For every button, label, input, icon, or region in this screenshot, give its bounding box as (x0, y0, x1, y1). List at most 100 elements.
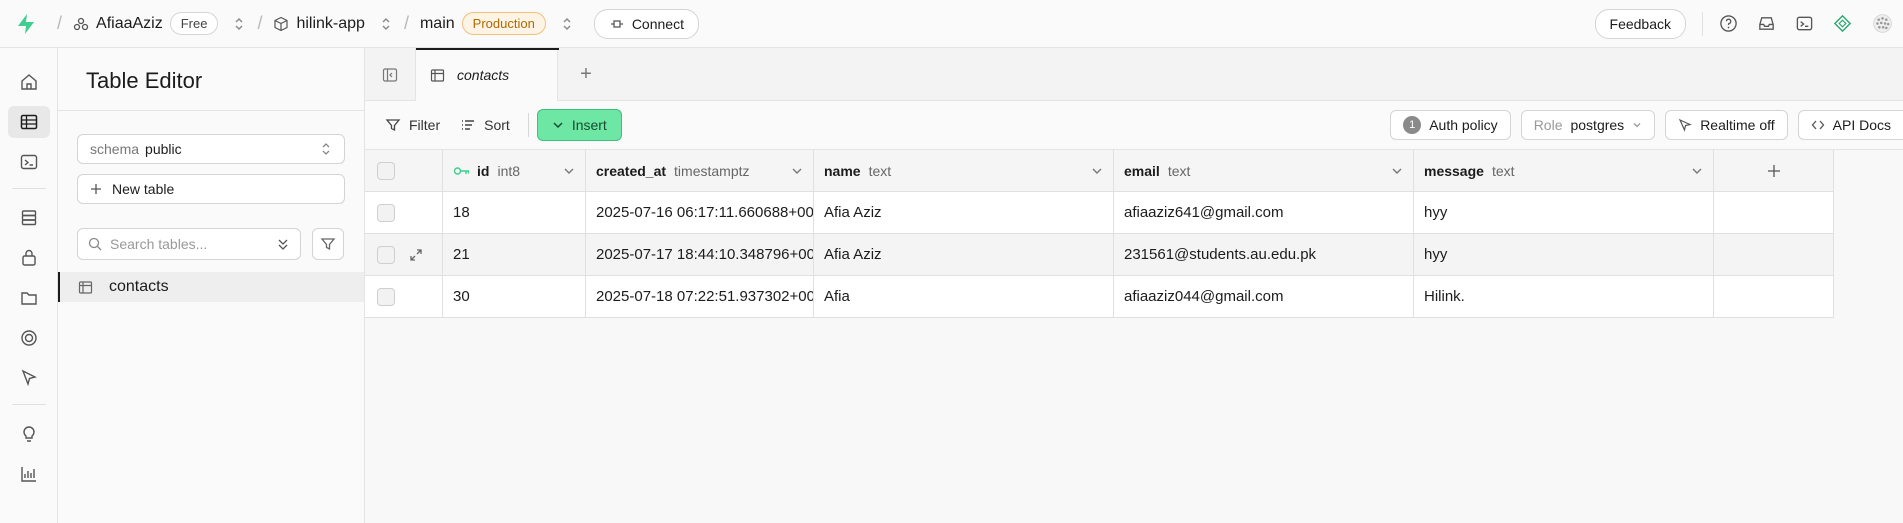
search-tables-field[interactable] (77, 228, 301, 260)
cell-name[interactable]: Afia Aziz (814, 192, 1114, 234)
column-header-created-at[interactable]: created_at timestamptz (586, 150, 814, 192)
org-switcher-chevron-icon[interactable] (232, 16, 246, 32)
search-tables-input[interactable] (110, 236, 260, 252)
sort-button[interactable]: Sort (450, 109, 520, 141)
sidebar-table-contacts[interactable]: contacts (58, 272, 364, 302)
table-icon (78, 280, 93, 294)
environment-badge: Production (461, 12, 546, 35)
user-avatar[interactable] (1861, 0, 1903, 48)
column-menu-chevron-icon[interactable] (1091, 165, 1103, 177)
cell-name[interactable]: Afia (814, 276, 1114, 318)
cell-id[interactable]: 18 (443, 192, 586, 234)
insert-button[interactable]: Insert (536, 109, 622, 141)
column-menu-chevron-icon[interactable] (1691, 165, 1703, 177)
advisors-bulb-icon[interactable] (0, 414, 58, 454)
primary-key-icon (453, 166, 470, 175)
cell-created-at[interactable]: 2025-07-16 06:17:11.660688+00 (586, 192, 814, 234)
table-icon (430, 68, 445, 82)
grid-header-row: id int8 created_at timestamptz name text… (365, 150, 1834, 192)
assistant-diamond-icon[interactable] (1823, 0, 1861, 48)
expand-row-icon[interactable] (409, 248, 423, 262)
cell-created-at[interactable]: 2025-07-18 07:22:51.937302+00 (586, 276, 814, 318)
column-header-email[interactable]: email text (1114, 150, 1414, 192)
table-row[interactable]: 18 2025-07-16 06:17:11.660688+00 Afia Az… (365, 192, 1834, 234)
cell-email[interactable]: afiaaziz044@gmail.com (1114, 276, 1414, 318)
project-breadcrumb[interactable]: hilink-app (273, 14, 365, 33)
project-name: hilink-app (296, 14, 365, 32)
home-icon[interactable] (0, 62, 58, 102)
auth-policy-button[interactable]: 1 Auth policy (1390, 110, 1511, 140)
cell-email[interactable]: afiaaziz641@gmail.com (1114, 192, 1414, 234)
edge-functions-cursor-icon[interactable] (0, 358, 58, 398)
filter-icon (385, 119, 401, 132)
column-menu-chevron-icon[interactable] (1391, 165, 1403, 177)
inbox-icon[interactable] (1747, 0, 1785, 48)
realtime-icon[interactable] (0, 318, 58, 358)
main-panel: contacts + Filter Sort Insert 1 Auth pol… (365, 48, 1903, 523)
sidebar-title: Table Editor (86, 68, 203, 93)
auth-lock-icon[interactable] (0, 238, 58, 278)
realtime-toggle-button[interactable]: Realtime off (1665, 110, 1788, 140)
cell-message[interactable]: hyy (1414, 192, 1714, 234)
add-tab-plus-icon[interactable]: + (571, 48, 601, 101)
table-row[interactable]: 21 2025-07-17 18:44:10.348796+00 Afia Az… (365, 234, 1834, 276)
cell-created-at[interactable]: 2025-07-17 18:44:10.348796+00 (586, 234, 814, 276)
cell-id[interactable]: 30 (443, 276, 586, 318)
help-icon[interactable] (1709, 0, 1747, 48)
project-box-icon (274, 16, 289, 31)
column-header-name[interactable]: name text (814, 150, 1114, 192)
reports-chart-icon[interactable] (0, 454, 58, 494)
column-header-id[interactable]: id int8 (443, 150, 586, 192)
role-selector[interactable]: Role postgres (1520, 110, 1656, 140)
branch-breadcrumb[interactable]: main Production (420, 12, 546, 35)
branch-name: main (419, 14, 455, 32)
column-header-message[interactable]: message text (1414, 150, 1714, 192)
nav-rail (0, 48, 58, 523)
select-all-checkbox[interactable] (377, 161, 395, 180)
data-grid: id int8 created_at timestamptz name text… (365, 150, 1834, 318)
plan-badge: Free (169, 12, 219, 35)
row-checkbox[interactable] (377, 287, 395, 306)
top-bar: / AfiaaAziz Free / hilink-app / main Pro… (0, 0, 1903, 48)
table-editor-icon[interactable] (0, 102, 58, 142)
row-checkbox[interactable] (377, 245, 395, 264)
storage-icon[interactable] (0, 278, 58, 318)
org-icon (73, 17, 89, 30)
branch-switcher-chevron-icon[interactable] (560, 16, 574, 32)
tab-contacts[interactable]: contacts (415, 48, 559, 102)
add-column-plus-icon[interactable] (1714, 150, 1834, 192)
cursor-icon (1678, 118, 1693, 132)
filter-button[interactable]: Filter (375, 109, 450, 141)
org-breadcrumb[interactable]: AfiaaAziz Free (73, 12, 219, 35)
connect-button[interactable]: Connect (593, 8, 699, 39)
chevron-up-down-icon (322, 143, 330, 155)
column-menu-chevron-icon[interactable] (563, 165, 575, 177)
plus-icon (91, 184, 101, 194)
supabase-logo-icon[interactable] (16, 13, 46, 35)
schema-selector[interactable]: schema public (77, 134, 345, 164)
row-checkbox[interactable] (377, 203, 395, 222)
auth-policy-count: 1 (1403, 116, 1422, 134)
terminal-icon[interactable] (1785, 0, 1823, 48)
cell-message[interactable]: hyy (1414, 234, 1714, 276)
collapse-sidebar-icon[interactable] (365, 48, 415, 101)
feedback-button[interactable]: Feedback (1594, 8, 1686, 39)
cell-email[interactable]: 231561@students.au.edu.pk (1114, 234, 1414, 276)
code-icon (1811, 120, 1825, 130)
grid-toolbar: Filter Sort Insert 1 Auth policy Role po… (365, 101, 1903, 150)
sql-editor-icon[interactable] (0, 142, 58, 182)
project-switcher-chevron-icon[interactable] (379, 16, 393, 32)
filter-tables-button[interactable] (312, 228, 344, 260)
database-icon[interactable] (0, 198, 58, 238)
cell-id[interactable]: 21 (443, 234, 586, 276)
chevrons-down-icon[interactable] (276, 237, 290, 251)
api-docs-button[interactable]: API Docs (1797, 110, 1903, 140)
sort-lines-icon (462, 120, 475, 130)
table-row[interactable]: 30 2025-07-18 07:22:51.937302+00 Afia af… (365, 276, 1834, 318)
cell-name[interactable]: Afia Aziz (814, 234, 1114, 276)
cell-message[interactable]: Hilink. (1414, 276, 1714, 318)
column-menu-chevron-icon[interactable] (791, 165, 803, 177)
new-table-button[interactable]: New table (77, 174, 345, 204)
search-icon (88, 237, 102, 251)
chevron-down-icon (553, 122, 563, 129)
